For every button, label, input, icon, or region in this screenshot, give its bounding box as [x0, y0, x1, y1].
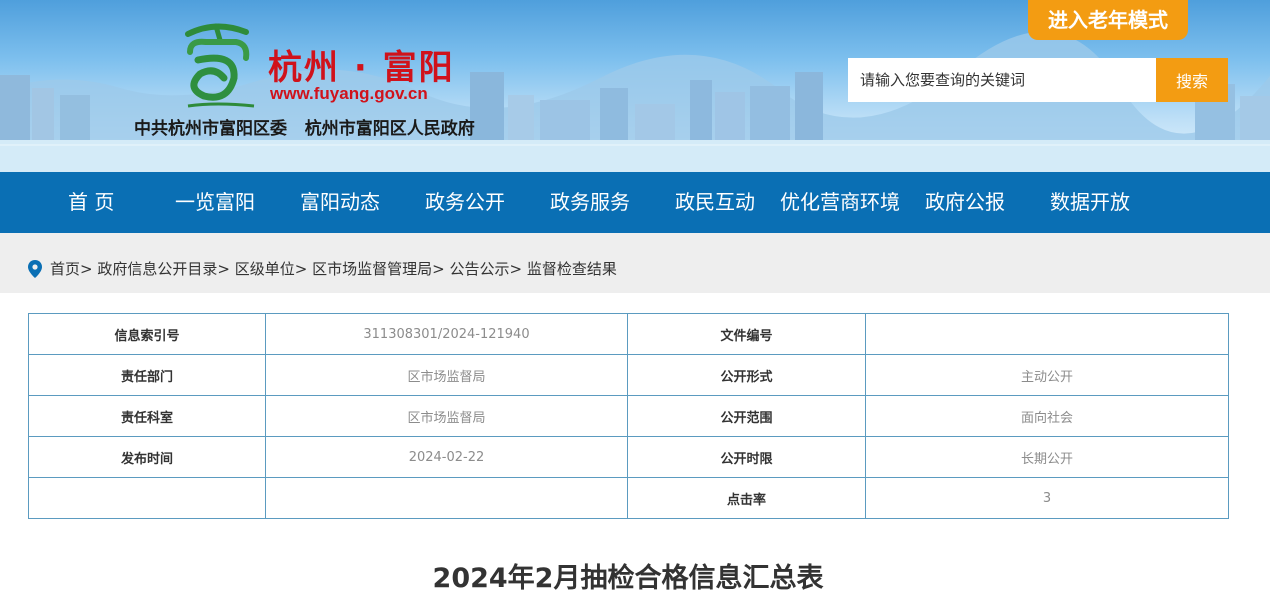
breadcrumb-item-inspection-results[interactable]: 监督检查结果 — [527, 260, 617, 278]
breadcrumb-item-home[interactable]: 首页 — [50, 260, 80, 278]
nav-item-news[interactable]: 富阳动态 — [300, 172, 380, 233]
breadcrumb-separator: > — [80, 260, 93, 278]
search-button[interactable]: 搜索 — [1156, 58, 1228, 102]
site-organization: 中共杭州市富阳区委 杭州市富阳区人民政府 — [134, 119, 475, 139]
nav-item-interaction[interactable]: 政民互动 — [675, 172, 755, 233]
nav-item-gov-services[interactable]: 政务服务 — [550, 172, 630, 233]
info-value: 3 — [865, 477, 1229, 519]
info-value: 区市场监督局 — [265, 395, 628, 437]
info-label: 文件编号 — [627, 313, 866, 355]
fuyang-logo-icon — [185, 23, 255, 108]
nav-item-home[interactable]: 首 页 — [68, 172, 114, 233]
main-nav: 首 页 一览富阳 富阳动态 政务公开 政务服务 政民互动 优化营商环境 政府公报… — [0, 172, 1270, 233]
nav-item-business-env[interactable]: 优化营商环境 — [780, 172, 900, 233]
breadcrumb-separator: > — [294, 260, 308, 278]
info-value: 区市场监督局 — [265, 354, 628, 396]
info-label — [28, 477, 266, 519]
breadcrumb-separator: > — [509, 260, 523, 278]
info-label: 公开范围 — [627, 395, 866, 437]
info-value: 311308301/2024-121940 — [265, 313, 628, 355]
nav-item-open-data[interactable]: 数据开放 — [1050, 172, 1130, 233]
info-value — [265, 477, 628, 519]
breadcrumb-item-market-bureau[interactable]: 区市场监督管理局 — [312, 260, 432, 278]
table-row: 信息索引号 311308301/2024-121940 文件编号 — [28, 313, 1229, 355]
info-label: 责任科室 — [28, 395, 266, 437]
breadcrumb: 首页> 政府信息公开目录> 区级单位> 区市场监督管理局> 公告公示> 监督检查… — [50, 258, 617, 279]
document-title: 2024年2月抽检合格信息汇总表 — [432, 563, 824, 594]
elder-mode-button[interactable]: 进入老年模式 — [1028, 0, 1188, 40]
breadcrumb-item-notices[interactable]: 公告公示 — [450, 260, 510, 278]
breadcrumb-separator: > — [217, 260, 230, 278]
info-label: 公开形式 — [627, 354, 866, 396]
search-input[interactable] — [848, 58, 1156, 102]
nav-item-gazette[interactable]: 政府公报 — [925, 172, 1005, 233]
location-pin-icon — [28, 260, 42, 278]
info-value — [865, 313, 1229, 355]
table-row: 责任科室 区市场监督局 公开范围 面向社会 — [28, 395, 1229, 437]
header-banner: 杭州 · 富阳 www.fuyang.gov.cn 中共杭州市富阳区委 杭州市富… — [0, 0, 1270, 172]
page: 杭州 · 富阳 www.fuyang.gov.cn 中共杭州市富阳区委 杭州市富… — [0, 0, 1270, 595]
info-label: 点击率 — [627, 477, 866, 519]
breadcrumb-item-district-units[interactable]: 区级单位 — [235, 260, 295, 278]
breadcrumb-separator: > — [432, 260, 445, 278]
info-value: 面向社会 — [865, 395, 1229, 437]
table-row: 发布时间 2024-02-22 公开时限 长期公开 — [28, 436, 1229, 478]
nav-item-overview[interactable]: 一览富阳 — [175, 172, 255, 233]
info-value: 2024-02-22 — [265, 436, 628, 478]
info-value: 长期公开 — [865, 436, 1229, 478]
info-label: 公开时限 — [627, 436, 866, 478]
info-label: 信息索引号 — [28, 313, 266, 355]
table-row: 点击率 3 — [28, 477, 1229, 519]
site-url[interactable]: www.fuyang.gov.cn — [270, 84, 428, 104]
breadcrumb-item-catalog[interactable]: 政府信息公开目录 — [97, 260, 217, 278]
document-info-table: 信息索引号 311308301/2024-121940 文件编号 责任部门 区市… — [28, 313, 1229, 519]
nav-item-gov-affairs[interactable]: 政务公开 — [425, 172, 505, 233]
info-label: 责任部门 — [28, 354, 266, 396]
table-row: 责任部门 区市场监督局 公开形式 主动公开 — [28, 354, 1229, 396]
site-name: 杭州 · 富阳 — [268, 48, 455, 88]
info-label: 发布时间 — [28, 436, 266, 478]
info-value: 主动公开 — [865, 354, 1229, 396]
breadcrumb-bar: 首页> 政府信息公开目录> 区级单位> 区市场监督管理局> 公告公示> 监督检查… — [0, 233, 1270, 293]
